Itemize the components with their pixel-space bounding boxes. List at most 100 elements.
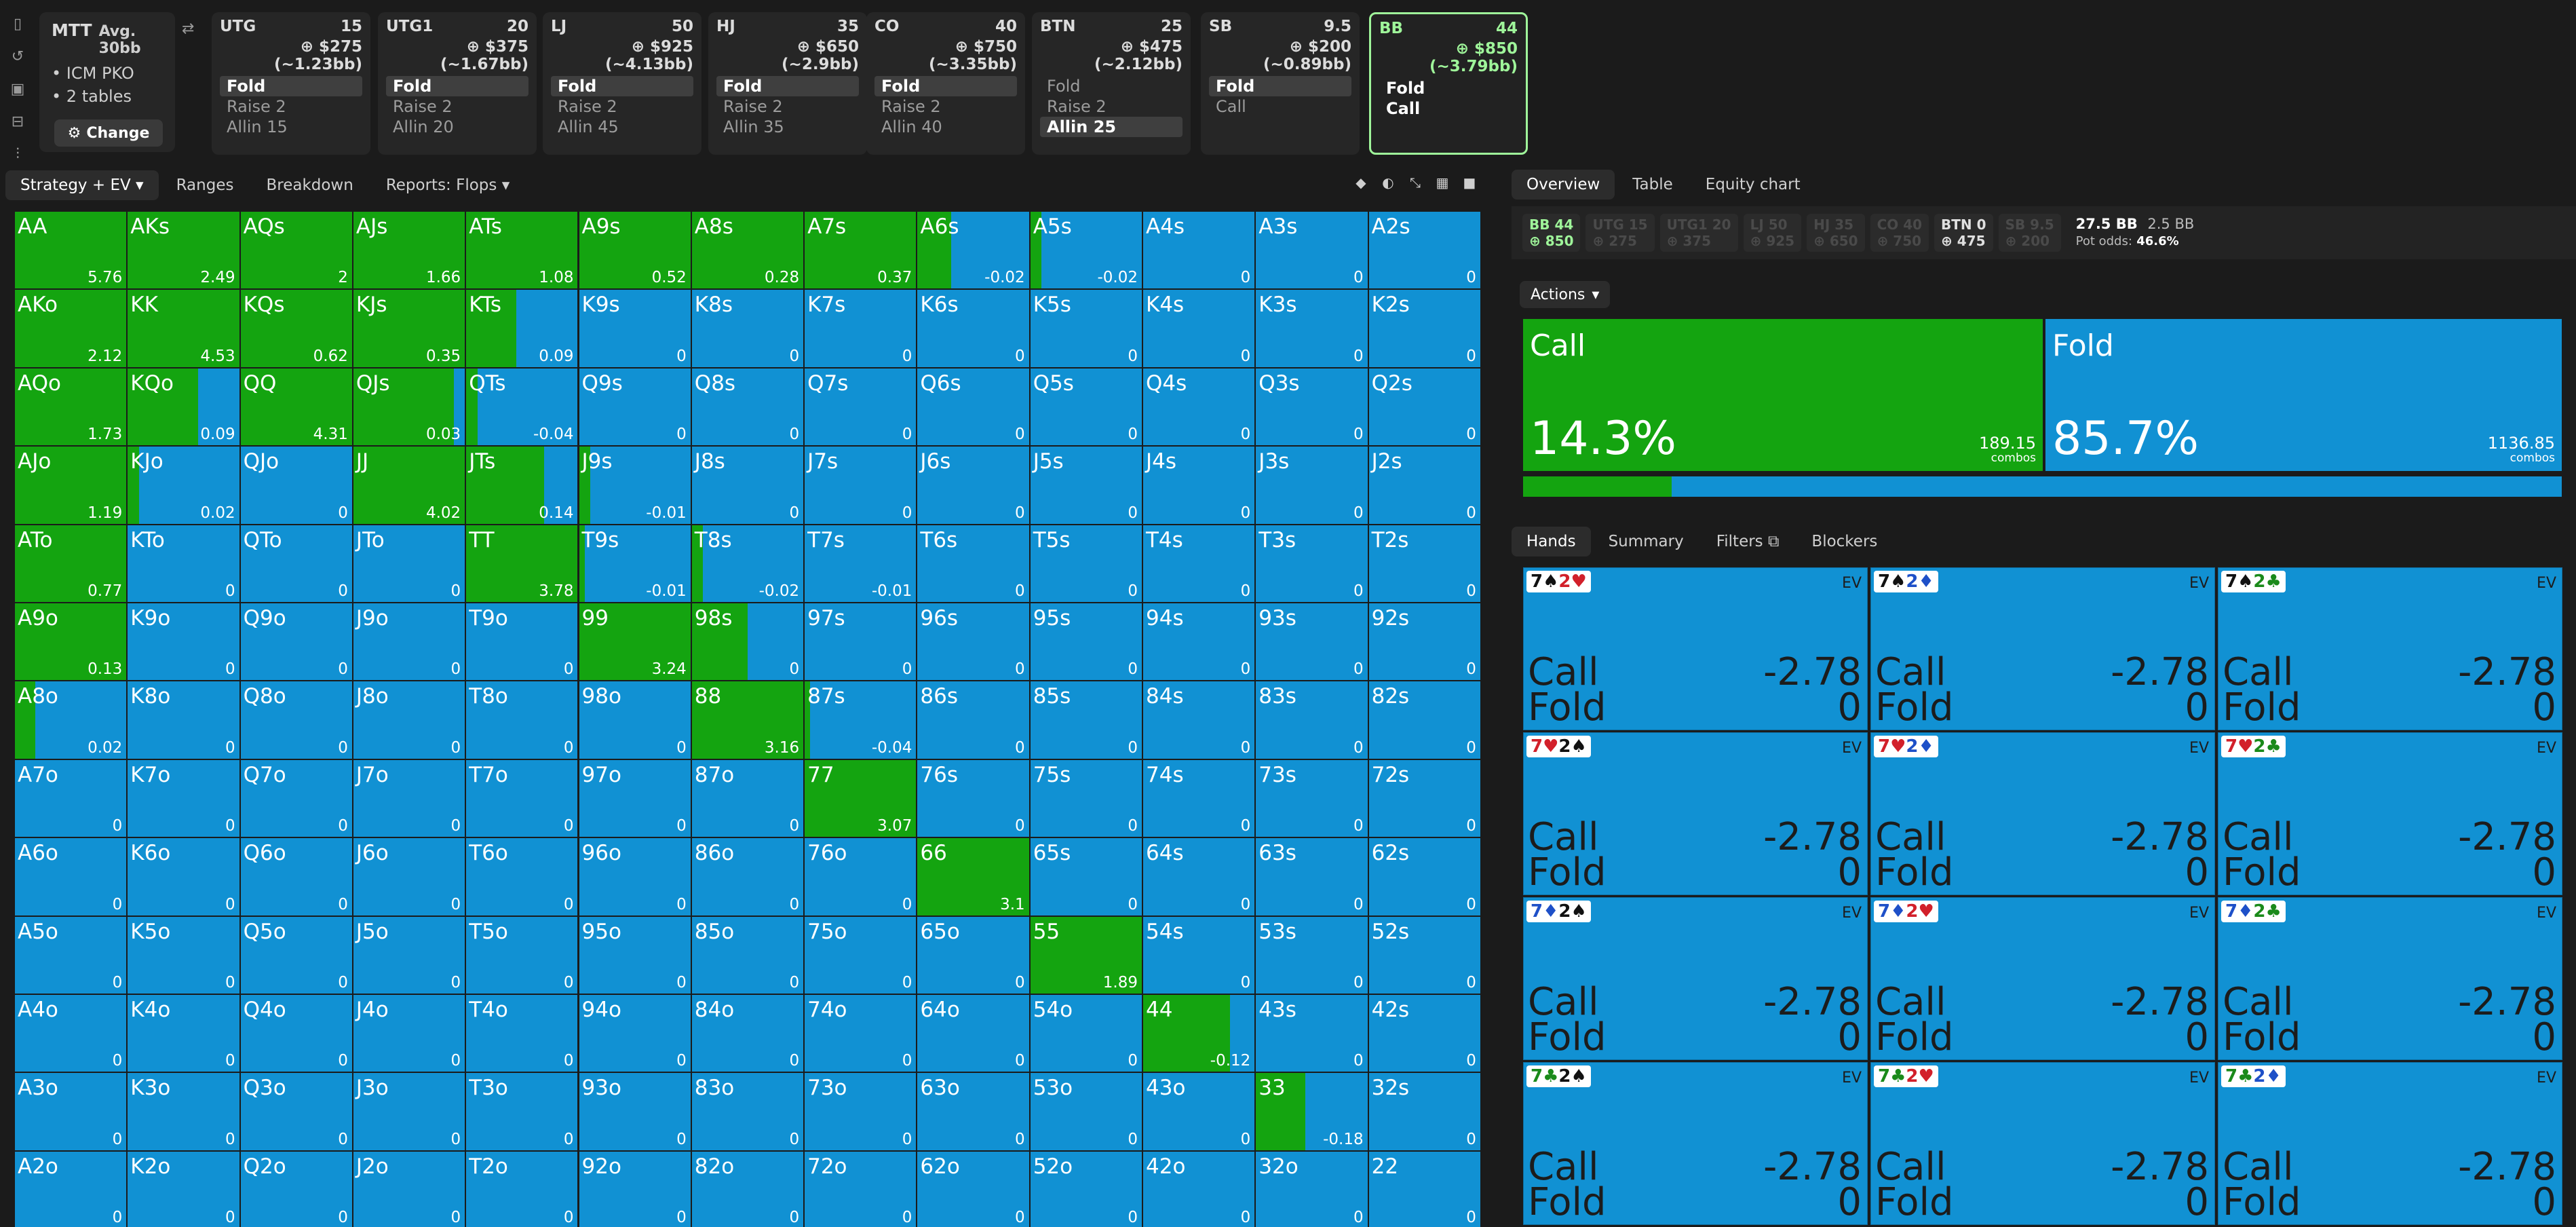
settings-icon[interactable]: ⫶ <box>9 145 26 163</box>
hand-cell-t9o[interactable]: T9o 0 <box>466 603 578 681</box>
hand-cell-q8s[interactable]: Q8s 0 <box>691 368 804 446</box>
hand-cell-63s[interactable]: 63s 0 <box>1256 838 1368 915</box>
hand-cell-kqs[interactable]: KQs 0.62 <box>240 290 352 367</box>
hand-cell-a4s[interactable]: A4s 0 <box>1143 212 1255 289</box>
position-utg[interactable]: UTG 15 ⊕ $275 (~1.23bb) Fold Raise 2 Allin 15 <box>212 12 370 155</box>
hand-cell-52o[interactable]: 52o 0 <box>1030 1151 1142 1227</box>
position-action[interactable]: Raise 2 <box>551 96 693 117</box>
hand-cell-55[interactable]: 55 1.89 <box>1030 916 1142 994</box>
hand-cell-kqo[interactable]: KQo 0.09 <box>128 368 239 446</box>
hand-combo-card[interactable]: 7♣2♥ EV Call -2.78 Fold 0 <box>1870 1062 2215 1225</box>
hand-cell-kk[interactable]: KK 4.53 <box>128 290 239 367</box>
hand-cell-t8s[interactable]: T8s -0.02 <box>691 525 804 602</box>
hand-cell-qto[interactable]: QTo 0 <box>240 525 352 602</box>
hand-cell-a6s[interactable]: A6s -0.02 <box>917 212 1029 289</box>
hand-cell-75o[interactable]: 75o 0 <box>805 916 917 994</box>
hand-cell-q9s[interactable]: Q9s 0 <box>579 368 691 446</box>
hand-cell-75s[interactable]: 75s 0 <box>1030 759 1142 837</box>
hand-cell-a7o[interactable]: A7o 0 <box>15 759 127 837</box>
position-action[interactable]: Allin 25 <box>1040 117 1183 137</box>
hand-cell-aa[interactable]: AA 5.76 <box>15 212 127 289</box>
hand-cell-92o[interactable]: 92o 0 <box>579 1151 691 1227</box>
hand-cell-43o[interactable]: 43o 0 <box>1143 1073 1255 1150</box>
hand-cell-53o[interactable]: 53o 0 <box>1030 1073 1142 1150</box>
hand-cell-j4o[interactable]: J4o 0 <box>353 995 465 1072</box>
hand-cell-a4o[interactable]: A4o 0 <box>15 995 127 1072</box>
hand-combo-card[interactable]: 7♦2♥ EV Call -2.78 Fold 0 <box>1870 897 2215 1060</box>
hand-cell-j2o[interactable]: J2o 0 <box>353 1151 465 1227</box>
hand-cell-k6s[interactable]: K6s 0 <box>917 290 1029 367</box>
hand-cell-62o[interactable]: 62o 0 <box>917 1151 1029 1227</box>
hand-cell-jj[interactable]: JJ 4.02 <box>353 447 465 524</box>
square-icon[interactable]: ■ <box>1461 174 1478 191</box>
hand-cell-a5s[interactable]: A5s -0.02 <box>1030 212 1142 289</box>
hand-combo-card[interactable]: 7♠2♣ EV Call -2.78 Fold 0 <box>2218 567 2562 730</box>
hand-cell-q2o[interactable]: Q2o 0 <box>240 1151 352 1227</box>
hand-cell-a7s[interactable]: A7s 0.37 <box>805 212 917 289</box>
hand-cell-q2s[interactable]: Q2s 0 <box>1368 368 1480 446</box>
hand-cell-94s[interactable]: 94s 0 <box>1143 603 1255 681</box>
hand-combo-card[interactable]: 7♣2♠ EV Call -2.78 Fold 0 <box>1523 1062 1868 1225</box>
hand-cell-ats[interactable]: ATs 1.08 <box>466 212 578 289</box>
hand-cell-32o[interactable]: 32o 0 <box>1256 1151 1368 1227</box>
hand-cell-84o[interactable]: 84o 0 <box>691 995 804 1072</box>
hand-cell-72o[interactable]: 72o 0 <box>805 1151 917 1227</box>
hand-cell-q5s[interactable]: Q5s 0 <box>1030 368 1142 446</box>
position-utg1[interactable]: UTG1 20 ⊕ $375 (~1.67bb) Fold Raise 2 Allin 2… <box>378 12 537 155</box>
position-lj[interactable]: LJ 50 ⊕ $925 (~4.13bb) Fold Raise 2 Allin 45 <box>543 12 701 155</box>
position-action[interactable]: Raise 2 <box>386 96 528 117</box>
tab-blockers[interactable]: Blockers <box>1796 527 1892 556</box>
hand-cell-q6o[interactable]: Q6o 0 <box>240 838 352 915</box>
hand-cell-k7s[interactable]: K7s 0 <box>805 290 917 367</box>
position-action[interactable]: Fold <box>716 76 859 96</box>
hand-cell-j8o[interactable]: J8o 0 <box>353 681 465 759</box>
hand-cell-88[interactable]: 88 3.16 <box>691 681 804 759</box>
hand-cell-52s[interactable]: 52s 0 <box>1368 916 1480 994</box>
hand-cell-54o[interactable]: 54o 0 <box>1030 995 1142 1072</box>
hand-cell-44[interactable]: 44 -0.12 <box>1143 995 1255 1072</box>
hand-cell-t2o[interactable]: T2o 0 <box>466 1151 578 1227</box>
hand-cell-t7o[interactable]: T7o 0 <box>466 759 578 837</box>
hand-cell-q6s[interactable]: Q6s 0 <box>917 368 1029 446</box>
hand-cell-a9s[interactable]: A9s 0.52 <box>579 212 691 289</box>
position-action[interactable]: Raise 2 <box>874 96 1017 117</box>
hand-cell-kjs[interactable]: KJs 0.35 <box>353 290 465 367</box>
hand-cell-92s[interactable]: 92s 0 <box>1368 603 1480 681</box>
hand-cell-qts[interactable]: QTs -0.04 <box>466 368 578 446</box>
tab-filters[interactable]: Filters ⧉ <box>1702 527 1794 556</box>
hand-cell-q5o[interactable]: Q5o 0 <box>240 916 352 994</box>
hand-combo-card[interactable]: 7♥2♠ EV Call -2.78 Fold 0 <box>1523 732 1868 895</box>
position-bb[interactable]: BB 44 ⊕ $850 (~3.79bb) Fold Call <box>1369 12 1528 155</box>
hand-cell-99[interactable]: 99 3.24 <box>579 603 691 681</box>
hand-cell-77[interactable]: 77 3.07 <box>805 759 917 837</box>
hand-cell-a6o[interactable]: A6o 0 <box>15 838 127 915</box>
table-icon[interactable]: ⊟ <box>9 113 26 130</box>
hand-cell-q7o[interactable]: Q7o 0 <box>240 759 352 837</box>
position-action[interactable]: Raise 2 <box>716 96 859 117</box>
position-action[interactable]: Fold <box>386 76 528 96</box>
hand-cell-93o[interactable]: 93o 0 <box>579 1073 691 1150</box>
hand-cell-jts[interactable]: JTs 0.14 <box>466 447 578 524</box>
hand-cell-t3o[interactable]: T3o 0 <box>466 1073 578 1150</box>
hand-cell-q3o[interactable]: Q3o 0 <box>240 1073 352 1150</box>
position-action[interactable]: Allin 15 <box>220 117 362 137</box>
hand-cell-kjo[interactable]: KJo 0.02 <box>128 447 239 524</box>
hand-combo-card[interactable]: 7♦2♠ EV Call -2.78 Fold 0 <box>1523 897 1868 1060</box>
hand-cell-73o[interactable]: 73o 0 <box>805 1073 917 1150</box>
contrast-icon[interactable]: ◐ <box>1379 174 1397 191</box>
hand-cell-95o[interactable]: 95o 0 <box>579 916 691 994</box>
hand-cell-j7o[interactable]: J7o 0 <box>353 759 465 837</box>
tab-overview[interactable]: Overview <box>1512 170 1615 200</box>
hand-cell-87o[interactable]: 87o 0 <box>691 759 804 837</box>
hand-combo-card[interactable]: 7♠2♥ EV Call -2.78 Fold 0 <box>1523 567 1868 730</box>
cube-icon[interactable]: ◆ <box>1352 174 1370 191</box>
hand-cell-97s[interactable]: 97s 0 <box>805 603 917 681</box>
position-action[interactable]: Fold <box>551 76 693 96</box>
hand-cell-q3s[interactable]: Q3s 0 <box>1256 368 1368 446</box>
hand-cell-k9o[interactable]: K9o 0 <box>128 603 239 681</box>
position-action[interactable]: Fold <box>220 76 362 96</box>
hand-cell-k5o[interactable]: K5o 0 <box>128 916 239 994</box>
hand-cell-k8s[interactable]: K8s 0 <box>691 290 804 367</box>
hand-cell-t4s[interactable]: T4s 0 <box>1143 525 1255 602</box>
hand-cell-85o[interactable]: 85o 0 <box>691 916 804 994</box>
